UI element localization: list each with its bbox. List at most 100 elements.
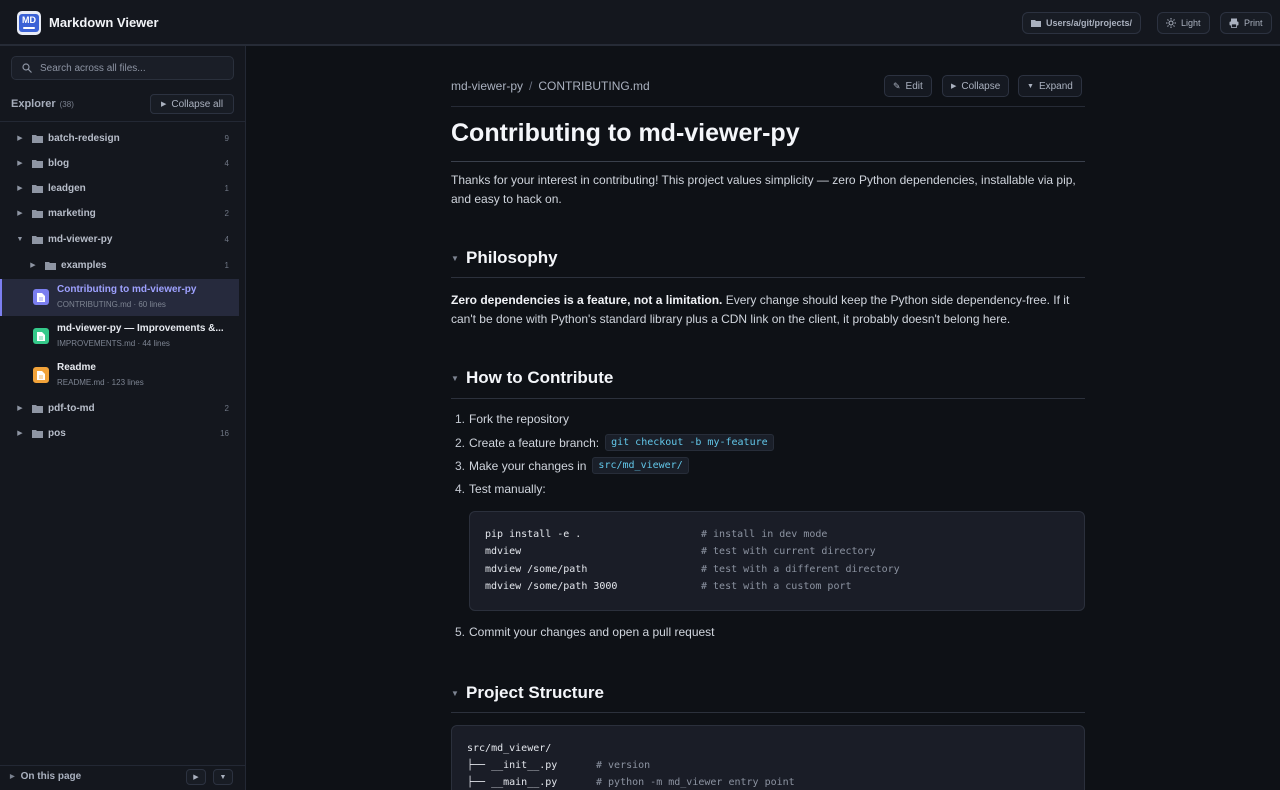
tree-folder-pos[interactable]: ▶ pos 16: [0, 422, 246, 444]
edit-label: Edit: [905, 80, 923, 92]
code-command: mdview /some/path: [485, 564, 588, 575]
chevron-right-icon: ▶: [17, 210, 23, 217]
play-icon: ▶: [951, 83, 957, 90]
tree-label: leadgen: [48, 182, 86, 194]
chevron-right-icon: ▶: [17, 405, 23, 412]
theme-toggle-button[interactable]: Light: [1157, 12, 1210, 34]
tree-folder-examples[interactable]: ▶ examples 1: [0, 254, 246, 276]
philosophy-text-2: can't be done with Python's standard lib…: [451, 312, 1011, 326]
play-button[interactable]: ▶: [186, 769, 206, 785]
file-item-contributing[interactable]: Contributing to md-viewer-py CONTRIBUTIN…: [0, 279, 239, 316]
tree-folder-marketing[interactable]: ▶ marketing 2: [0, 202, 246, 224]
app-logo-icon: MD: [17, 11, 41, 35]
tree-count: 2: [224, 403, 229, 413]
tree-label: examples: [61, 259, 107, 271]
section-heading-project-structure[interactable]: ▼ Project Structure: [451, 683, 604, 703]
tree-count: 4: [224, 158, 229, 168]
code-line: src/md_viewer/: [467, 743, 552, 754]
chevron-right-icon: ▶: [17, 135, 23, 142]
tree-count: 4: [224, 234, 229, 244]
chevron-right-icon: ▶: [17, 430, 23, 437]
breadcrumb-repo[interactable]: md-viewer-py: [451, 79, 523, 93]
page-title: Contributing to md-viewer-py: [451, 119, 800, 147]
breadcrumb-separator: /: [529, 79, 533, 93]
list-item: 4. Test manually:: [455, 482, 546, 496]
heading-text: Project Structure: [466, 683, 604, 702]
section-heading-philosophy[interactable]: ▼ Philosophy: [451, 248, 558, 268]
printer-icon: [1229, 18, 1239, 28]
folder-icon: [45, 261, 56, 270]
tree-folder-leadgen[interactable]: ▶ leadgen 1: [0, 177, 246, 199]
expand-button[interactable]: ▼ Expand: [1018, 75, 1082, 97]
tree-count: 9: [224, 133, 229, 143]
tree-count: 1: [224, 260, 229, 270]
on-this-page-toggle[interactable]: ▶ On this page: [10, 771, 81, 782]
edit-icon: ✎: [893, 80, 901, 91]
expand-label: Expand: [1038, 80, 1073, 92]
breadcrumb-file: CONTRIBUTING.md: [538, 79, 650, 93]
file-meta: CONTRIBUTING.md · 60 lines: [57, 300, 166, 309]
list-text: Test manually:: [469, 482, 546, 496]
philosophy-bold: Zero dependencies is a feature, not a li…: [451, 293, 723, 307]
on-this-page-label: On this page: [20, 771, 82, 782]
document-icon: [33, 367, 49, 383]
chevron-down-icon: ▼: [451, 373, 459, 383]
logo-text: MD: [19, 14, 39, 32]
explorer-label: Explorer: [11, 98, 56, 110]
list-text: Fork the repository: [469, 412, 570, 426]
tree-count: 1: [224, 183, 229, 193]
tree-folder-md-viewer-py[interactable]: ▼ md-viewer-py 4: [0, 228, 246, 250]
list-number: 1.: [455, 412, 466, 426]
tree-folder-pdf-to-md[interactable]: ▶ pdf-to-md 2: [0, 397, 246, 419]
list-item: 1. Fork the repository: [455, 412, 569, 426]
document-icon: [33, 328, 49, 344]
file-item-improvements[interactable]: md-viewer-py — Improvements &... IMPROVE…: [0, 318, 239, 355]
intro-line-1: Thanks for your interest in contributing…: [451, 173, 1076, 187]
file-item-readme[interactable]: Readme README.md · 123 lines: [0, 357, 239, 394]
heading-rule: [451, 712, 1085, 713]
tree-folder-blog[interactable]: ▶ blog 4: [0, 152, 246, 174]
code-comment: # test with a custom port: [701, 581, 852, 592]
heading-text: How to Contribute: [466, 368, 614, 387]
dropdown-button[interactable]: ▼: [213, 769, 233, 785]
intro-line-2: and easy to hack on.: [451, 192, 562, 206]
app-title: Markdown Viewer: [49, 15, 159, 30]
search-input[interactable]: Search across all files...: [11, 56, 234, 80]
list-text: Make your changes in: [469, 458, 587, 473]
tree-count: 16: [220, 428, 229, 438]
tree-label: batch-redesign: [48, 132, 120, 144]
chevron-down-icon: ▼: [1027, 82, 1034, 90]
title-rule: [451, 161, 1085, 162]
section-heading-how-to-contribute[interactable]: ▼ How to Contribute: [451, 368, 613, 388]
explorer-header: Explorer (38) ▶ Collapse all: [0, 92, 246, 122]
collapse-all-button[interactable]: ▶ Collapse all: [150, 94, 234, 114]
search-placeholder: Search across all files...: [40, 62, 146, 74]
file-meta: IMPROVEMENTS.md · 44 lines: [57, 339, 170, 348]
code-command: pip install -e .: [485, 529, 582, 540]
chevron-down-icon: ▼: [16, 235, 24, 243]
edit-button[interactable]: ✎ Edit: [884, 75, 932, 97]
tree-count: 2: [224, 208, 229, 218]
print-button[interactable]: Print: [1220, 12, 1272, 34]
folder-icon: [32, 235, 43, 244]
sun-icon: [1166, 18, 1176, 28]
list-number: 3.: [455, 458, 466, 473]
tree-folder-batch-redesign[interactable]: ▶ batch-redesign 9: [0, 127, 246, 149]
chevron-right-icon: ▶: [17, 185, 23, 192]
chevron-down-icon: ▼: [451, 688, 459, 698]
intro-paragraph: Thanks for your interest in contributing…: [451, 171, 1085, 209]
code-line: ├── __main__.py: [467, 777, 558, 788]
collapse-button[interactable]: ▶ Collapse: [942, 75, 1010, 97]
print-label: Print: [1244, 18, 1263, 28]
collapse-label: Collapse: [961, 80, 1001, 92]
main-content: md-viewer-py / CONTRIBUTING.md ✎ Edit ▶ …: [247, 46, 1280, 790]
document-icon: [33, 289, 49, 305]
tree-label: blog: [48, 157, 70, 169]
philosophy-paragraph: Zero dependencies is a feature, not a li…: [451, 291, 1085, 329]
tree-label: pos: [48, 427, 66, 439]
folder-icon: [32, 209, 43, 218]
list-number: 2.: [455, 435, 466, 450]
chevron-right-icon: ▶: [30, 262, 36, 269]
path-button[interactable]: Users/a/git/projects/: [1022, 12, 1142, 34]
path-label: Users/a/git/projects/: [1046, 18, 1133, 28]
